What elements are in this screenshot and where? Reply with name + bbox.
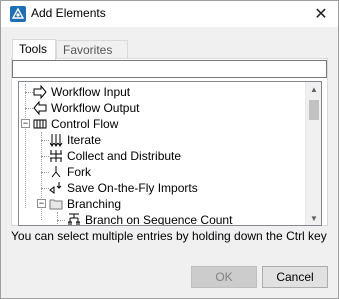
scroll-down-icon[interactable]: ▼ [306, 211, 321, 225]
tree-item-label: Collect and Distribute [67, 149, 182, 163]
tree-item-workflow-output[interactable]: Workflow Output [33, 100, 139, 116]
tree-item-collect-distribute[interactable]: Collect and Distribute [49, 148, 181, 164]
tab-favorites[interactable]: Favorites [56, 40, 128, 59]
ok-button[interactable]: OK [191, 266, 257, 288]
tree-item-label: Iterate [67, 133, 102, 147]
tree-item-label: Fork [67, 165, 91, 179]
multi-select-hint: You can select multiple entries by holdi… [11, 229, 327, 243]
scrollbar-thumb[interactable] [309, 100, 319, 120]
tree-item-branch-sequence-count[interactable]: Branch on Sequence Count [67, 212, 233, 226]
tree-item-iterate[interactable]: Iterate [49, 132, 101, 148]
cancel-button[interactable]: Cancel [262, 266, 328, 288]
tree-item-label: Workflow Input [51, 85, 131, 99]
control-flow-icon [33, 117, 47, 131]
window-title: Add Elements [31, 6, 106, 20]
search-input[interactable] [12, 60, 327, 78]
tools-panel: Workflow Input Workflow Output − Control… [11, 58, 328, 226]
tree-item-workflow-input[interactable]: Workflow Input [33, 84, 130, 100]
workflow-output-icon [33, 101, 47, 115]
title-bar: Add Elements ✕ [1, 1, 338, 27]
tree-item-label: Control Flow [51, 117, 119, 131]
tree-item-branching[interactable]: Branching [49, 196, 121, 212]
tree-item-control-flow[interactable]: Control Flow [33, 116, 118, 132]
branch-icon [67, 213, 81, 225]
tree-scrollbar[interactable]: ▲ ▼ [305, 82, 321, 225]
close-button[interactable]: ✕ [310, 3, 332, 25]
fork-icon [49, 165, 63, 179]
add-elements-dialog: Add Elements ✕ Tools Favorites Workflow … [0, 0, 339, 299]
collapse-branching-toggle[interactable]: − [37, 199, 46, 208]
tree-item-label: Workflow Output [51, 101, 140, 115]
folder-icon [49, 197, 63, 211]
save-imports-icon [49, 181, 63, 195]
tree-item-save-imports[interactable]: Save On-the-Fly Imports [49, 180, 198, 196]
tree-item-fork[interactable]: Fork [49, 164, 91, 180]
tab-tools[interactable]: Tools [12, 39, 56, 60]
tree-item-label: Save On-the-Fly Imports [67, 181, 198, 195]
tree-item-label: Branching [67, 197, 122, 211]
collect-distribute-icon [49, 149, 63, 163]
workflow-input-icon [33, 85, 47, 99]
tree-item-label: Branch on Sequence Count [85, 213, 233, 226]
app-icon [10, 6, 26, 22]
close-icon: ✕ [314, 6, 328, 23]
collapse-control-flow-toggle[interactable]: − [21, 119, 30, 128]
iterate-icon [49, 133, 63, 147]
element-tree: Workflow Input Workflow Output − Control… [18, 81, 322, 226]
scroll-up-icon[interactable]: ▲ [306, 82, 321, 96]
